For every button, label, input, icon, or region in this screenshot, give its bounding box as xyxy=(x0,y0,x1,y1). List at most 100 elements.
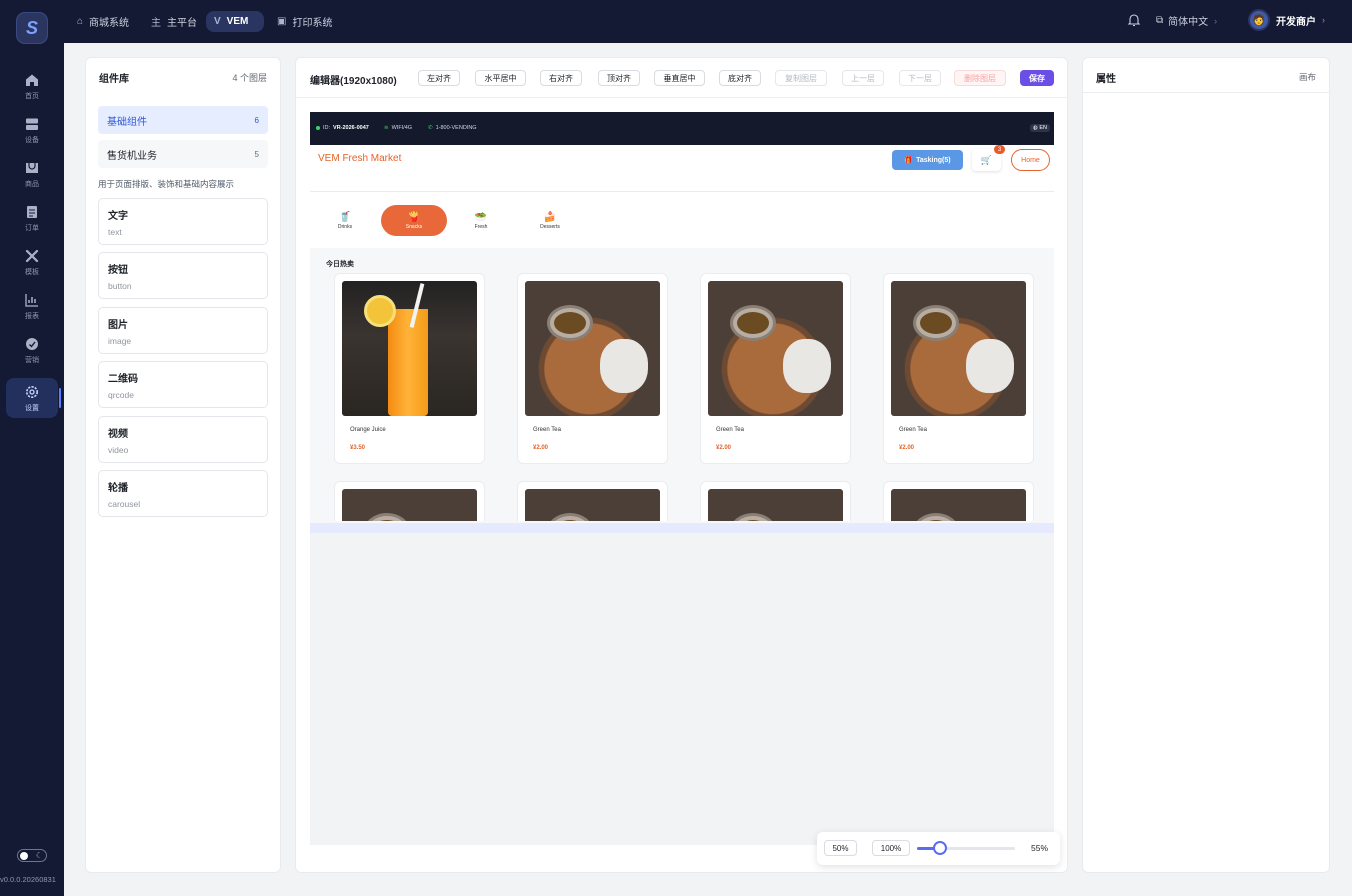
device-status-bar: ID: VR-2026-0047 ≋ WIFI/4G ✆ 1-800-VENDING … xyxy=(310,112,1054,145)
align-left-button[interactable]: 左对齐 xyxy=(418,70,460,86)
theme-toggle[interactable]: ☾ xyxy=(17,849,47,862)
component-text[interactable]: 文字 text xyxy=(98,198,268,245)
product-icon xyxy=(26,162,38,173)
tasking-label: Tasking(5) xyxy=(916,156,951,164)
device-bottom-strip xyxy=(310,523,1054,533)
category-fresh[interactable]: 🥗 Fresh xyxy=(448,205,514,236)
nav-item-order[interactable]: 订单 xyxy=(6,198,58,238)
product-card[interactable] xyxy=(334,481,485,521)
category-label: Drinks xyxy=(337,223,353,230)
nav-item-home[interactable]: 首页 xyxy=(6,66,58,106)
category-count: 5 xyxy=(254,149,259,159)
avatar: 🧑 xyxy=(1248,9,1270,31)
orange-juice-image xyxy=(342,281,477,416)
editor-canvas[interactable]: ID: VR-2026-0047 ≋ WIFI/4G ✆ 1-800-VENDING … xyxy=(310,112,1054,845)
component-title: 视频 xyxy=(108,429,128,440)
category-desserts[interactable]: 🍰 Desserts xyxy=(517,205,583,236)
product-card[interactable]: Green Tea ¥2.00 xyxy=(883,273,1034,464)
component-image[interactable]: 图片 image xyxy=(98,307,268,354)
nav-item-marketing[interactable]: 营销 xyxy=(6,330,58,370)
snack-icon: 🍟 xyxy=(407,211,421,223)
green-tea-image xyxy=(708,489,843,521)
platform-icon: 主 xyxy=(151,18,161,29)
layer-down-button[interactable]: 下一层 xyxy=(899,70,941,86)
category-count: 6 xyxy=(254,115,259,125)
tab-print-system[interactable]: ▣ 打印系统 xyxy=(269,11,340,32)
component-type: text xyxy=(108,227,122,237)
wifi-icon: ≋ xyxy=(384,125,389,131)
device-preview[interactable]: ID: VR-2026-0047 ≋ WIFI/4G ✆ 1-800-VENDING … xyxy=(310,112,1054,533)
component-video[interactable]: 视频 video xyxy=(98,416,268,463)
nav-item-product[interactable]: 商品 xyxy=(6,154,58,194)
align-right-button[interactable]: 右对齐 xyxy=(540,70,582,86)
tab-label: 商城系统 xyxy=(89,18,130,29)
device-icon xyxy=(26,118,38,130)
nav-item-template[interactable]: 模板 xyxy=(6,242,58,282)
zoom-value: 55% xyxy=(1031,843,1049,853)
nav-item-device[interactable]: 设备 xyxy=(6,110,58,150)
zoom-50-button[interactable]: 50% xyxy=(824,840,857,856)
tab-mall-system[interactable]: ⌂ 商城系统 xyxy=(69,11,137,32)
component-qrcode[interactable]: 二维码 qrcode xyxy=(98,361,268,408)
divider xyxy=(1083,92,1329,93)
printer-icon: ▣ xyxy=(277,16,287,27)
component-title: 二维码 xyxy=(108,374,138,385)
zoom-slider[interactable] xyxy=(917,841,1015,855)
align-center-v-button[interactable]: 垂直居中 xyxy=(654,70,705,86)
vem-icon: V xyxy=(214,16,221,27)
nav-item-settings[interactable]: 设置 xyxy=(6,378,61,418)
green-tea-image xyxy=(891,489,1026,521)
product-card[interactable] xyxy=(883,481,1034,521)
green-tea-image xyxy=(525,281,660,416)
category-snacks[interactable]: 🍟 Snacks xyxy=(381,205,447,236)
editor-panel: 编辑器(1920x1080) 左对齐 水平居中 右对齐 顶对齐 垂直居中 底对齐… xyxy=(295,57,1068,873)
component-type: carousel xyxy=(108,499,141,509)
component-carousel[interactable]: 轮播 carousel xyxy=(98,470,268,517)
component-type: qrcode xyxy=(108,390,134,400)
language-selector[interactable]: ⧉ 简体中文 › xyxy=(1156,13,1217,28)
home-button[interactable]: Home xyxy=(1011,149,1050,171)
product-card[interactable]: Orange Juice ¥3.50 xyxy=(334,273,485,464)
category-drinks[interactable]: 🥤 Drinks xyxy=(312,205,378,236)
online-indicator xyxy=(316,126,320,130)
category-description: 用于页面排版、装饰和基础内容展示 xyxy=(98,179,235,189)
product-card[interactable] xyxy=(700,481,851,521)
tasking-button[interactable]: 🎁 Tasking(5) xyxy=(892,150,963,170)
product-card[interactable]: Green Tea ¥2.00 xyxy=(517,273,668,464)
layer-up-button[interactable]: 上一层 xyxy=(842,70,884,86)
align-top-button[interactable]: 顶对齐 xyxy=(598,70,640,86)
settings-icon xyxy=(26,385,38,398)
app-logo[interactable]: S xyxy=(16,12,48,44)
category-bar: 🥤 Drinks 🍟 Snacks 🥗 Fresh 🍰 Desserts xyxy=(310,193,1054,248)
user-menu[interactable]: 🧑 开发商户 › xyxy=(1248,9,1325,31)
phone-label: 1-800-VENDING xyxy=(435,125,477,131)
nav-item-report[interactable]: 报表 xyxy=(6,286,58,326)
properties-panel: 属性 画布 xyxy=(1082,57,1330,873)
delete-layer-button[interactable]: 删除图层 xyxy=(954,70,1006,86)
language-switch[interactable]: ◍ EN xyxy=(1030,124,1050,132)
product-card[interactable]: Green Tea ¥2.00 xyxy=(700,273,851,464)
order-icon xyxy=(27,205,37,218)
category-vending[interactable]: 售货机业务 5 xyxy=(98,140,268,168)
zoom-100-button[interactable]: 100% xyxy=(872,840,910,856)
device-id-value: VR-2026-0047 xyxy=(333,125,369,131)
nav-label: 设备 xyxy=(25,136,39,144)
tab-vem[interactable]: V VEM xyxy=(206,11,264,32)
component-title: 图片 xyxy=(108,320,128,331)
align-center-h-button[interactable]: 水平居中 xyxy=(475,70,526,86)
nav-label: 商品 xyxy=(25,180,39,188)
product-price: ¥2.00 xyxy=(716,445,732,451)
category-basic[interactable]: 基础组件 6 xyxy=(98,106,268,134)
bell-icon[interactable] xyxy=(1127,13,1141,27)
green-tea-image xyxy=(891,281,1026,416)
zoom-slider-handle[interactable] xyxy=(933,841,948,855)
product-card[interactable] xyxy=(517,481,668,521)
product-name: Green Tea xyxy=(716,427,744,433)
align-bottom-button[interactable]: 底对齐 xyxy=(719,70,761,86)
device-header: VEM Fresh Market 🎁 Tasking(5) 🛒 3 Home xyxy=(310,145,1054,192)
canvas-tab[interactable]: 画布 xyxy=(1299,71,1316,83)
save-button[interactable]: 保存 xyxy=(1020,70,1054,86)
copy-layer-button[interactable]: 复制图层 xyxy=(775,70,827,86)
component-button[interactable]: 按钮 button xyxy=(98,252,268,299)
tab-main-platform[interactable]: 主 主平台 xyxy=(143,11,205,32)
